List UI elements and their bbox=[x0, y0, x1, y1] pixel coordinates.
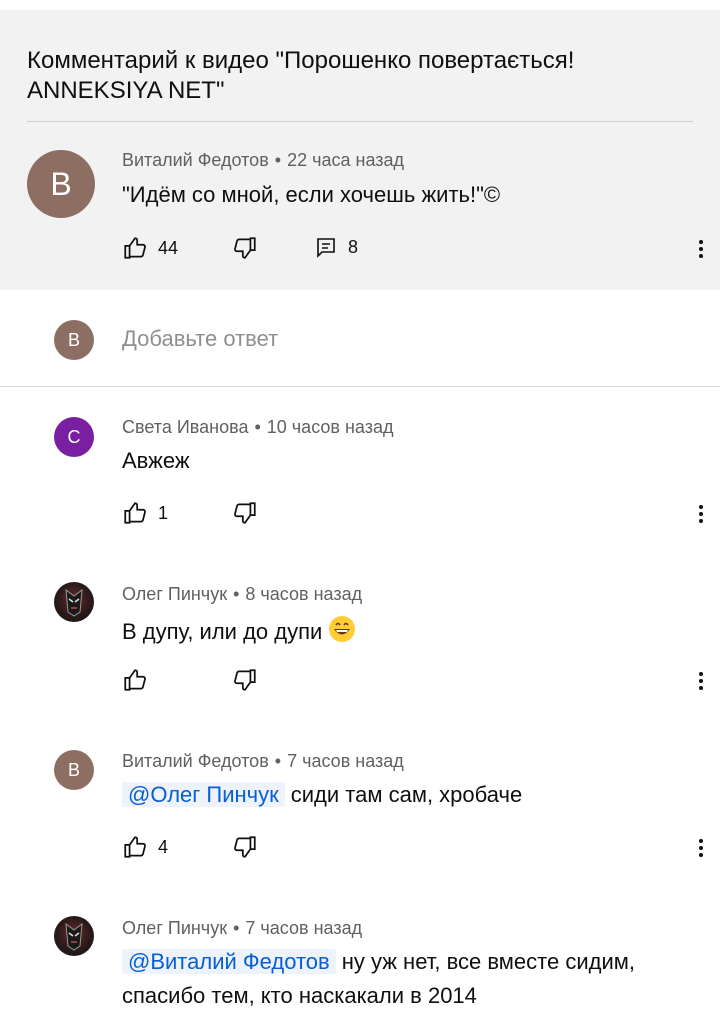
grinning-face-icon bbox=[329, 616, 356, 642]
thumbs-down-icon bbox=[234, 836, 256, 858]
like-count: 44 bbox=[158, 237, 179, 258]
replies-button[interactable]: 8 bbox=[314, 235, 358, 259]
thumbs-up-icon bbox=[124, 669, 146, 691]
avatar[interactable] bbox=[54, 916, 94, 956]
reply-author[interactable]: Виталий Федотов bbox=[122, 751, 269, 771]
avatar[interactable]: В bbox=[54, 750, 94, 790]
reply-input[interactable]: Добавьте ответ bbox=[122, 326, 278, 352]
page-title: Комментарий к видео "Порошенко повертаєт… bbox=[27, 47, 575, 104]
dark-knight-avatar-icon bbox=[65, 922, 83, 951]
reply-time: 7 часов назад bbox=[245, 918, 363, 938]
dislike-button[interactable] bbox=[232, 500, 258, 526]
reply-text: Авжеж bbox=[122, 448, 190, 473]
reply-text-row: @Олег Пинчук сиди там сам, хробаче bbox=[122, 782, 522, 808]
avatar[interactable]: В bbox=[27, 150, 95, 218]
comment-meta: Виталий Федотов • 22 часа назад bbox=[122, 150, 405, 170]
reply-meta: Света Иванова • 10 часов назад bbox=[122, 417, 394, 437]
thumbs-down-icon bbox=[234, 669, 256, 691]
like-button[interactable]: 44 bbox=[122, 235, 178, 261]
more-options-icon[interactable] bbox=[689, 669, 713, 693]
reply-time: 10 часов назад bbox=[266, 417, 394, 437]
thumbs-up-icon bbox=[124, 836, 146, 858]
reply-actions bbox=[122, 667, 703, 695]
reply-text: сиди там сам, хробаче bbox=[290, 782, 523, 807]
comment-author[interactable]: Виталий Федотов bbox=[122, 150, 269, 170]
like-button[interactable] bbox=[122, 667, 158, 693]
reply-author[interactable]: Света Иванова bbox=[122, 417, 248, 437]
mention-link[interactable]: @Олег Пинчук bbox=[122, 782, 285, 807]
reply-author[interactable]: Олег Пинчук bbox=[122, 584, 227, 604]
like-count: 4 bbox=[158, 836, 169, 857]
comment-text: "Идём со мной, если хочешь жить!"© bbox=[122, 182, 501, 207]
reply-text: В дупу, или до дупи bbox=[122, 619, 323, 644]
reply-text-row: @Виталий Федотов ну уж нет, все вместе си… bbox=[122, 945, 702, 1013]
more-options-icon[interactable] bbox=[689, 502, 713, 526]
reply-meta: Виталий Федотов • 7 часов назад bbox=[122, 751, 404, 771]
like-count: 1 bbox=[158, 502, 169, 523]
reply-actions: 4 bbox=[122, 834, 703, 862]
comment-actions: 44 8 bbox=[122, 235, 703, 263]
thumbs-up-icon bbox=[124, 237, 146, 259]
comment-time: 22 часа назад bbox=[287, 150, 405, 170]
comment-icon bbox=[317, 238, 335, 258]
dislike-button[interactable] bbox=[232, 235, 258, 261]
like-button[interactable]: 4 bbox=[122, 834, 168, 860]
dislike-button[interactable] bbox=[232, 667, 258, 693]
mention-link[interactable]: @Виталий Федотов bbox=[122, 949, 336, 974]
reply-meta: Олег Пинчук • 8 часов назад bbox=[122, 584, 363, 604]
like-button[interactable]: 1 bbox=[122, 500, 168, 526]
thumbs-up-icon bbox=[124, 502, 146, 524]
thumbs-down-icon bbox=[234, 502, 256, 524]
reply-input-row[interactable]: В Добавьте ответ bbox=[0, 300, 720, 380]
more-options-icon[interactable] bbox=[689, 836, 713, 860]
thumbs-down-icon bbox=[234, 237, 256, 259]
divider bbox=[0, 386, 720, 387]
reply-text-row: В дупу, или до дупи bbox=[122, 615, 356, 645]
reply-time: 7 часов назад bbox=[287, 751, 404, 771]
dark-knight-avatar-icon bbox=[65, 588, 83, 617]
reply-meta: Олег Пинчук • 7 часов назад bbox=[122, 918, 363, 938]
avatar-letter: В bbox=[67, 759, 80, 780]
avatar: В bbox=[54, 320, 94, 360]
avatar-letter: В bbox=[67, 329, 80, 350]
dislike-button[interactable] bbox=[232, 834, 258, 860]
avatar-letter: В bbox=[50, 165, 72, 202]
reply-actions: 1 bbox=[122, 500, 703, 528]
avatar[interactable]: С bbox=[54, 417, 94, 457]
reply-author[interactable]: Олег Пинчук bbox=[122, 918, 227, 938]
reply-time: 8 часов назад bbox=[245, 584, 363, 604]
more-options-icon[interactable] bbox=[689, 237, 713, 261]
avatar-letter: С bbox=[67, 426, 81, 447]
header-divider bbox=[27, 121, 693, 122]
avatar[interactable] bbox=[54, 582, 94, 622]
reply-count: 8 bbox=[348, 236, 359, 257]
